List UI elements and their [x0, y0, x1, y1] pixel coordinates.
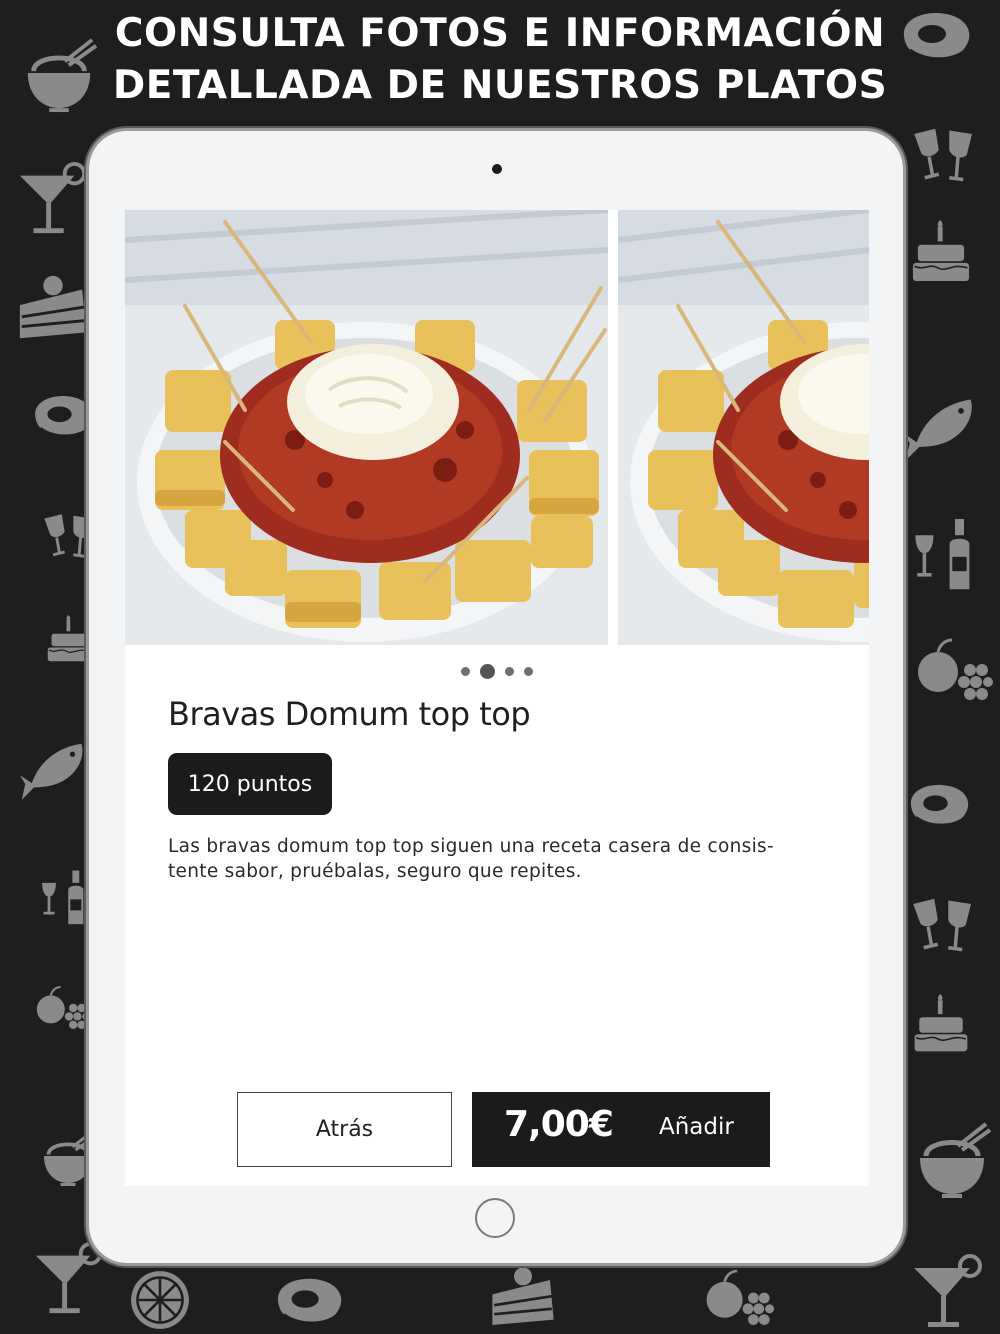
- dish-title: Bravas Domum top top: [168, 695, 531, 733]
- steak-icon: [270, 1272, 348, 1330]
- add-button-label: Añadir: [659, 1114, 734, 1140]
- steak-icon: [28, 390, 98, 442]
- noodle-bowl-icon: [912, 1120, 992, 1200]
- birthday-cake-icon: [910, 988, 972, 1062]
- promo-headline: CONSULTA FOTOS E INFORMACIÓN DETALLADA D…: [0, 8, 1000, 112]
- tablet-home-button: [475, 1198, 515, 1238]
- headline-line-1: CONSULTA FOTOS E INFORMACIÓN: [114, 11, 886, 56]
- fruit-icon: [34, 972, 90, 1044]
- wine-glasses-icon: [906, 120, 982, 190]
- cake-slice-icon: [484, 1262, 562, 1334]
- fruit-icon: [912, 630, 996, 710]
- dish-description: Las bravas domum top top siguen una rece…: [168, 834, 818, 884]
- description-line-1: Las bravas domum top top siguen una rece…: [168, 836, 774, 857]
- wine-bottle-icon: [910, 515, 982, 595]
- photo-carousel[interactable]: [125, 210, 869, 645]
- add-to-order-button[interactable]: 7,00€ Añadir: [472, 1092, 770, 1167]
- dish-price: 7,00€: [504, 1104, 614, 1145]
- tablet-camera: [492, 164, 502, 174]
- fruit-icon: [698, 1262, 780, 1334]
- wine-bottle-icon: [38, 858, 93, 938]
- cocktail-icon: [14, 160, 92, 238]
- steak-icon: [904, 775, 974, 835]
- tablet-frame: Bravas Domum top top 120 puntos Las brav…: [89, 131, 903, 1263]
- fish-icon: [904, 388, 980, 468]
- pagination-dot[interactable]: [505, 666, 514, 676]
- cocktail-icon: [908, 1252, 988, 1332]
- cake-slice-icon: [14, 270, 92, 348]
- dish-detail-screen: Bravas Domum top top 120 puntos Las brav…: [125, 210, 869, 1186]
- carousel-pagination: [461, 663, 533, 679]
- pagination-dot[interactable]: [524, 666, 533, 676]
- cocktail-icon: [30, 1240, 108, 1318]
- back-button[interactable]: Atrás: [237, 1092, 452, 1167]
- dish-photo-next[interactable]: [618, 210, 869, 645]
- birthday-cake-icon: [908, 215, 974, 291]
- pagination-dot-active[interactable]: [480, 663, 495, 679]
- steak-icon: [896, 6, 976, 66]
- noodle-bowl-icon: [20, 36, 98, 114]
- birthday-cake-icon: [44, 605, 94, 675]
- fish-icon: [20, 730, 90, 810]
- headline-line-2: DETALLADA DE NUESTROS PLATOS: [112, 63, 888, 108]
- dish-photo[interactable]: [125, 210, 608, 645]
- pagination-dot[interactable]: [461, 666, 470, 676]
- points-badge: 120 puntos: [168, 753, 332, 815]
- citrus-slice-icon: [126, 1266, 194, 1334]
- wine-glasses-icon: [906, 890, 980, 960]
- description-line-2: tente sabor, pruébalas, seguro que repit…: [168, 861, 582, 882]
